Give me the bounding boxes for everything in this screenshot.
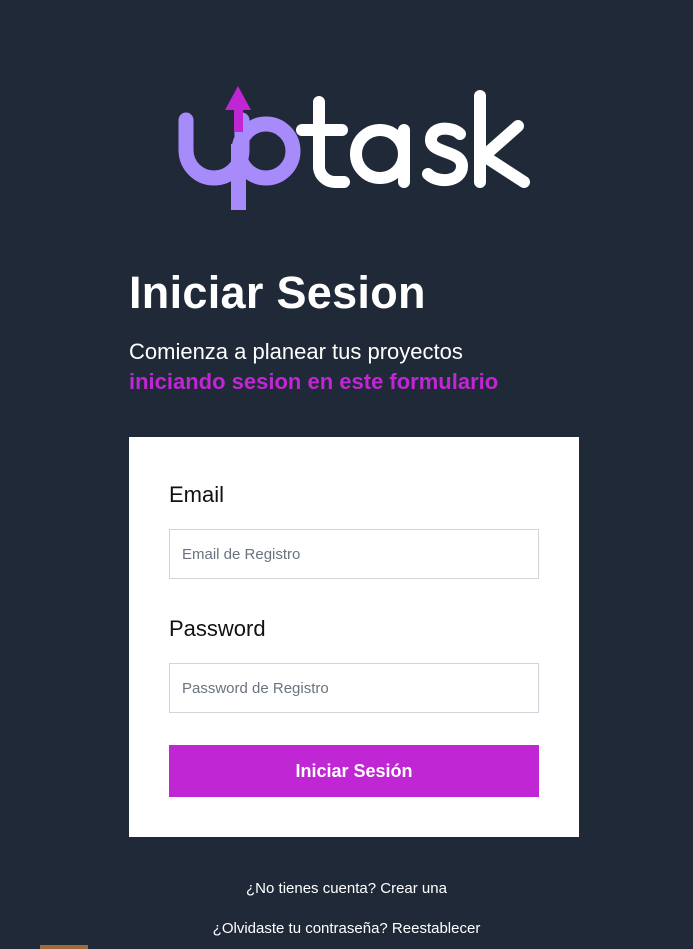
reset-password-link[interactable]: ¿Olvidaste tu contraseña? Reestablecer — [0, 920, 693, 937]
logo-letter-a — [350, 124, 410, 184]
uptask-logo-graphic — [178, 86, 530, 210]
email-field[interactable] — [169, 529, 539, 579]
subtitle-text: Comienza a planear tus proyectos — [129, 339, 463, 364]
register-link[interactable]: ¿No tienes cuenta? Crear una — [0, 880, 693, 897]
page-subtitle: Comienza a planear tus proyectos inician… — [129, 337, 498, 397]
subtitle-accent: iniciando sesion en este formulario — [129, 369, 499, 394]
email-label: Email — [169, 482, 225, 507]
logo-letter-t — [313, 96, 350, 189]
uptask-logo — [176, 84, 536, 214]
bottom-edge-element — [40, 945, 88, 949]
logo-letter-p-stem — [231, 144, 246, 210]
logo-letter-s — [422, 122, 469, 187]
logo-arrow-icon — [225, 86, 251, 110]
password-field[interactable] — [169, 663, 539, 713]
login-button[interactable]: Iniciar Sesión — [169, 745, 539, 797]
password-label: Password — [169, 616, 266, 641]
login-form: Email Password Iniciar Sesión — [129, 437, 579, 837]
page-title: Iniciar Sesion — [129, 267, 426, 318]
